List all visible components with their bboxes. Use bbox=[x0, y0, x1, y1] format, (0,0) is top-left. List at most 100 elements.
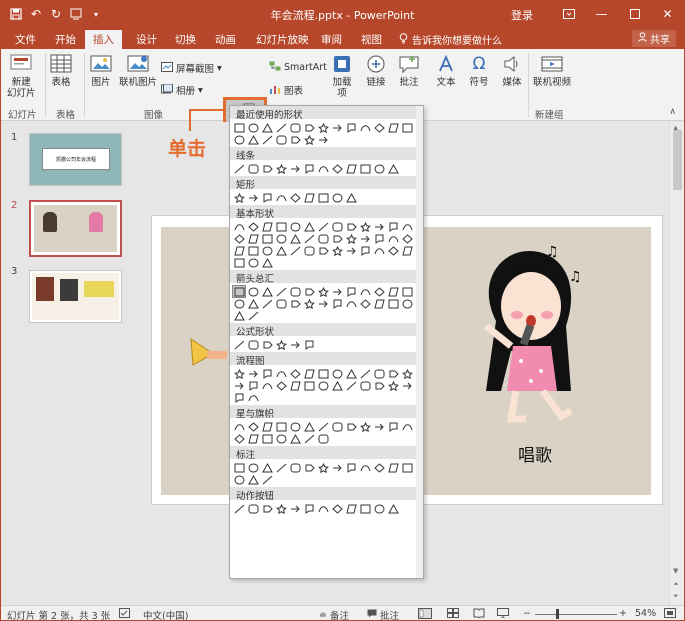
zoom-slider[interactable] bbox=[535, 614, 617, 615]
shape-option-icon[interactable] bbox=[247, 503, 259, 514]
reading-view-icon[interactable] bbox=[473, 608, 485, 618]
shape-option-icon[interactable] bbox=[331, 221, 343, 232]
shape-option-icon[interactable] bbox=[373, 368, 385, 379]
shape-option-icon[interactable] bbox=[401, 298, 413, 309]
shape-option-icon[interactable] bbox=[373, 421, 385, 432]
shape-option-icon[interactable] bbox=[247, 134, 259, 145]
minimize-icon[interactable]: — bbox=[585, 1, 618, 27]
shape-option-icon[interactable] bbox=[359, 233, 371, 244]
shape-option-icon[interactable] bbox=[247, 233, 259, 244]
shape-option-icon[interactable] bbox=[289, 134, 301, 145]
shape-option-icon[interactable] bbox=[345, 163, 357, 174]
ribbon-display-icon[interactable] bbox=[552, 1, 585, 27]
shape-option-icon[interactable] bbox=[331, 503, 343, 514]
spellcheck-icon[interactable] bbox=[119, 608, 130, 618]
shape-option-icon[interactable] bbox=[275, 163, 287, 174]
shape-option-icon[interactable] bbox=[233, 368, 245, 379]
shape-option-icon[interactable] bbox=[359, 380, 371, 391]
chart-button[interactable]: 图表 bbox=[269, 83, 303, 97]
shape-option-icon[interactable] bbox=[331, 421, 343, 432]
comments-button[interactable]: 批注 bbox=[367, 608, 399, 620]
shape-option-icon[interactable] bbox=[275, 503, 287, 514]
shape-option-icon[interactable] bbox=[387, 380, 399, 391]
shape-option-icon[interactable] bbox=[303, 462, 315, 473]
tab-animations[interactable]: 动画 bbox=[207, 30, 244, 49]
shape-option-icon[interactable] bbox=[359, 462, 371, 473]
shape-option-icon[interactable] bbox=[345, 421, 357, 432]
fit-slide-icon[interactable] bbox=[664, 608, 676, 618]
shape-option-icon[interactable] bbox=[247, 163, 259, 174]
shape-option-icon[interactable] bbox=[345, 503, 357, 514]
shape-option-icon[interactable] bbox=[275, 233, 287, 244]
shape-option-icon[interactable] bbox=[247, 122, 259, 133]
shape-option-icon[interactable] bbox=[261, 245, 273, 256]
shape-option-icon[interactable] bbox=[261, 134, 273, 145]
shape-option-icon[interactable] bbox=[401, 245, 413, 256]
shape-option-icon[interactable] bbox=[387, 163, 399, 174]
shape-option-icon[interactable] bbox=[247, 433, 259, 444]
shape-option-icon[interactable] bbox=[303, 221, 315, 232]
shape-option-icon[interactable] bbox=[247, 221, 259, 232]
shape-option-icon[interactable] bbox=[275, 286, 287, 297]
shape-option-icon[interactable] bbox=[359, 298, 371, 309]
shape-option-icon[interactable] bbox=[331, 298, 343, 309]
shape-option-icon[interactable] bbox=[373, 298, 385, 309]
shape-option-icon[interactable] bbox=[289, 233, 301, 244]
table-button[interactable]: 表格 bbox=[49, 53, 73, 88]
shape-option-icon[interactable] bbox=[317, 380, 329, 391]
shape-option-icon[interactable] bbox=[373, 163, 385, 174]
shape-option-icon[interactable] bbox=[373, 245, 385, 256]
shape-option-icon[interactable] bbox=[345, 245, 357, 256]
shape-option-icon[interactable] bbox=[317, 245, 329, 256]
tab-home[interactable]: 开始 bbox=[47, 30, 84, 49]
new-slide-button[interactable]: 新建 幻灯片 bbox=[7, 53, 36, 99]
shape-option-icon[interactable] bbox=[289, 339, 301, 350]
picture-button[interactable]: 图片 bbox=[89, 53, 113, 88]
shape-option-icon[interactable] bbox=[317, 368, 329, 379]
shape-option-icon[interactable] bbox=[317, 421, 329, 432]
scrollbar-thumb[interactable] bbox=[673, 130, 682, 190]
shape-option-icon[interactable] bbox=[247, 245, 259, 256]
normal-view-icon[interactable] bbox=[418, 608, 432, 619]
shape-option-icon[interactable] bbox=[401, 286, 413, 297]
shape-option-icon[interactable] bbox=[303, 122, 315, 133]
smartart-button[interactable]: SmartArt bbox=[269, 61, 327, 74]
shape-option-icon[interactable] bbox=[331, 233, 343, 244]
shape-option-icon[interactable] bbox=[317, 163, 329, 174]
shape-option-icon[interactable] bbox=[233, 310, 245, 321]
shape-option-icon[interactable] bbox=[401, 221, 413, 232]
gallery-scrollbar[interactable] bbox=[416, 106, 423, 578]
shape-option-icon[interactable] bbox=[261, 421, 273, 432]
shape-option-icon[interactable] bbox=[289, 286, 301, 297]
shape-option-icon[interactable] bbox=[345, 221, 357, 232]
shape-option-icon[interactable] bbox=[303, 339, 315, 350]
shape-option-icon[interactable] bbox=[387, 368, 399, 379]
shape-option-icon[interactable] bbox=[261, 163, 273, 174]
shape-option-icon[interactable] bbox=[401, 421, 413, 432]
shape-option-icon[interactable] bbox=[233, 221, 245, 232]
next-slide-icon[interactable]: ⏷ bbox=[673, 592, 679, 601]
shape-option-icon[interactable] bbox=[289, 221, 301, 232]
shape-option-icon[interactable] bbox=[289, 368, 301, 379]
shape-option-icon[interactable] bbox=[303, 245, 315, 256]
shape-option-icon[interactable] bbox=[359, 163, 371, 174]
shape-option-icon[interactable] bbox=[247, 421, 259, 432]
shape-option-icon[interactable] bbox=[359, 245, 371, 256]
shape-option-icon[interactable] bbox=[331, 286, 343, 297]
shape-option-icon[interactable] bbox=[331, 163, 343, 174]
shape-option-icon[interactable] bbox=[345, 192, 357, 203]
shape-option-icon[interactable] bbox=[387, 233, 399, 244]
shape-option-icon[interactable] bbox=[261, 462, 273, 473]
shape-option-icon[interactable] bbox=[303, 134, 315, 145]
shape-option-icon[interactable] bbox=[387, 421, 399, 432]
shape-option-icon[interactable] bbox=[232, 285, 246, 298]
shape-option-icon[interactable] bbox=[233, 462, 245, 473]
shape-option-icon[interactable] bbox=[373, 221, 385, 232]
shape-option-icon[interactable] bbox=[317, 503, 329, 514]
shape-option-icon[interactable] bbox=[275, 462, 287, 473]
text-button[interactable]: 文本 bbox=[434, 53, 458, 88]
shape-option-icon[interactable] bbox=[303, 433, 315, 444]
slide-sorter-icon[interactable] bbox=[447, 608, 459, 618]
shape-option-icon[interactable] bbox=[401, 380, 413, 391]
shape-option-icon[interactable] bbox=[373, 503, 385, 514]
